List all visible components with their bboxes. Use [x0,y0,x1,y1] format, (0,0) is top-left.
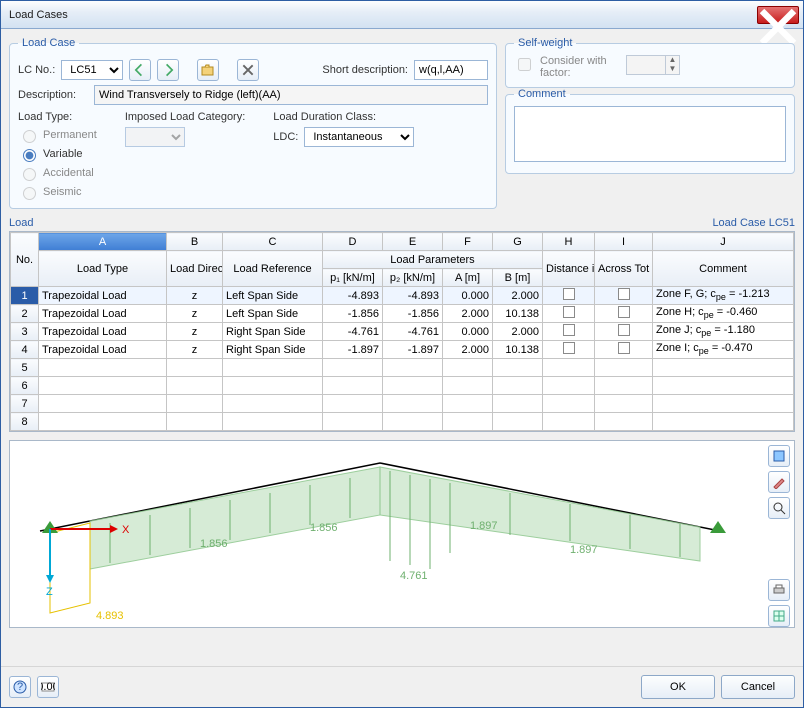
svg-text:Z: Z [46,586,53,598]
loadtype-radios: Permanent Variable Accidental Seismic [18,127,97,200]
svg-text:0.00: 0.00 [41,681,55,693]
comment-legend: Comment [514,88,570,100]
radio-permanent[interactable]: Permanent [18,127,97,143]
ldc-prefix: LDC: [273,131,298,143]
loadtype-label: Load Type: [18,111,97,123]
imposed-combo[interactable] [125,127,185,147]
lcno-label: LC No.: [18,64,55,76]
desc-input[interactable] [94,85,488,105]
comment-panel: Comment [505,88,795,174]
svg-text:1.897: 1.897 [470,520,498,532]
svg-text:4.761: 4.761 [400,570,428,582]
radio-accidental[interactable]: Accidental [18,165,97,181]
col-no: No. [11,233,39,287]
delete-icon [241,63,255,77]
comment-textarea[interactable] [514,106,786,162]
load-cases-dialog: Load Cases Load Case LC No.: LC51 Short … [0,0,804,708]
preview-tool-4[interactable] [768,579,790,601]
consider-label: Consider with factor: [540,55,620,79]
prev-lc-button[interactable] [129,59,151,81]
load-section-label: Load [9,217,33,229]
window-title: Load Cases [5,9,757,21]
print-icon [772,583,786,597]
shortdesc-input[interactable] [414,60,488,80]
table-row[interactable]: 1 Trapezoidal LoadzLeft Span Side -4.893… [11,287,794,305]
table-row[interactable]: 5 [11,359,794,377]
sheet-icon [772,449,786,463]
titlebar: Load Cases [1,1,803,29]
selfweight-panel: Self-weight Consider with factor: ▲▼ [505,37,795,88]
table-row[interactable]: 3 Trapezoidal LoadzRight Span Side -4.76… [11,323,794,341]
svg-text:1.856: 1.856 [310,522,338,534]
help-icon: ? [13,680,27,694]
delete-lc-button[interactable] [237,59,259,81]
radio-seismic[interactable]: Seismic [18,184,97,200]
desc-label: Description: [18,89,88,101]
load-grid[interactable]: No. A B C D E F G H I J Load Type [9,231,795,432]
close-button[interactable] [757,6,799,24]
preview-tool-3[interactable] [768,497,790,519]
load-case-panel: Load Case LC No.: LC51 Short description… [9,37,497,209]
table-row[interactable]: 7 [11,395,794,413]
table-row[interactable]: 6 [11,377,794,395]
chevron-left-icon [133,63,147,77]
next-lc-button[interactable] [157,59,179,81]
grid-icon [772,609,786,623]
units-icon: 0.00 [41,680,55,694]
load-case-right-label: Load Case LC51 [712,217,795,229]
imposed-label: Imposed Load Category: [125,111,245,123]
ok-button[interactable]: OK [641,675,715,699]
table-row[interactable]: 4 Trapezoidal LoadzRight Span Side -1.89… [11,341,794,359]
factor-spinner[interactable]: ▲▼ [626,55,680,75]
folder-new-icon [201,63,215,77]
preview-tool-2[interactable] [768,471,790,493]
selfweight-legend: Self-weight [514,37,576,49]
svg-text:?: ? [17,681,23,693]
units-button[interactable]: 0.00 [37,676,59,698]
cancel-button[interactable]: Cancel [721,675,795,699]
svg-text:4.893: 4.893 [96,610,124,622]
load-case-legend: Load Case [18,37,79,49]
table-row[interactable]: 2 Trapezoidal LoadzLeft Span Side -1.856… [11,305,794,323]
brush-icon [772,475,786,489]
preview-tool-5[interactable] [768,605,790,627]
new-lc-button[interactable] [197,59,219,81]
load-diagram: X Z 1.856 1.856 4.761 1.897 1.897 4.893 [10,441,750,627]
svg-text:X: X [122,524,130,536]
shortdesc-label: Short description: [322,64,408,76]
svg-text:1.856: 1.856 [200,538,228,550]
dialog-footer: ? 0.00 OK Cancel [1,666,803,707]
lcno-combo[interactable]: LC51 [61,60,123,80]
help-button[interactable]: ? [9,676,31,698]
preview-area: X Z 1.856 1.856 4.761 1.897 1.897 4.893 [9,440,795,628]
preview-tool-1[interactable] [768,445,790,467]
radio-variable[interactable]: Variable [18,146,97,162]
zoom-icon [772,501,786,515]
ldc-combo[interactable]: Instantaneous [304,127,414,147]
ldc-label: Load Duration Class: [273,111,414,123]
chevron-right-icon [161,63,175,77]
svg-text:1.897: 1.897 [570,544,598,556]
table-row[interactable]: 8 [11,413,794,431]
consider-checkbox[interactable] [518,58,531,71]
